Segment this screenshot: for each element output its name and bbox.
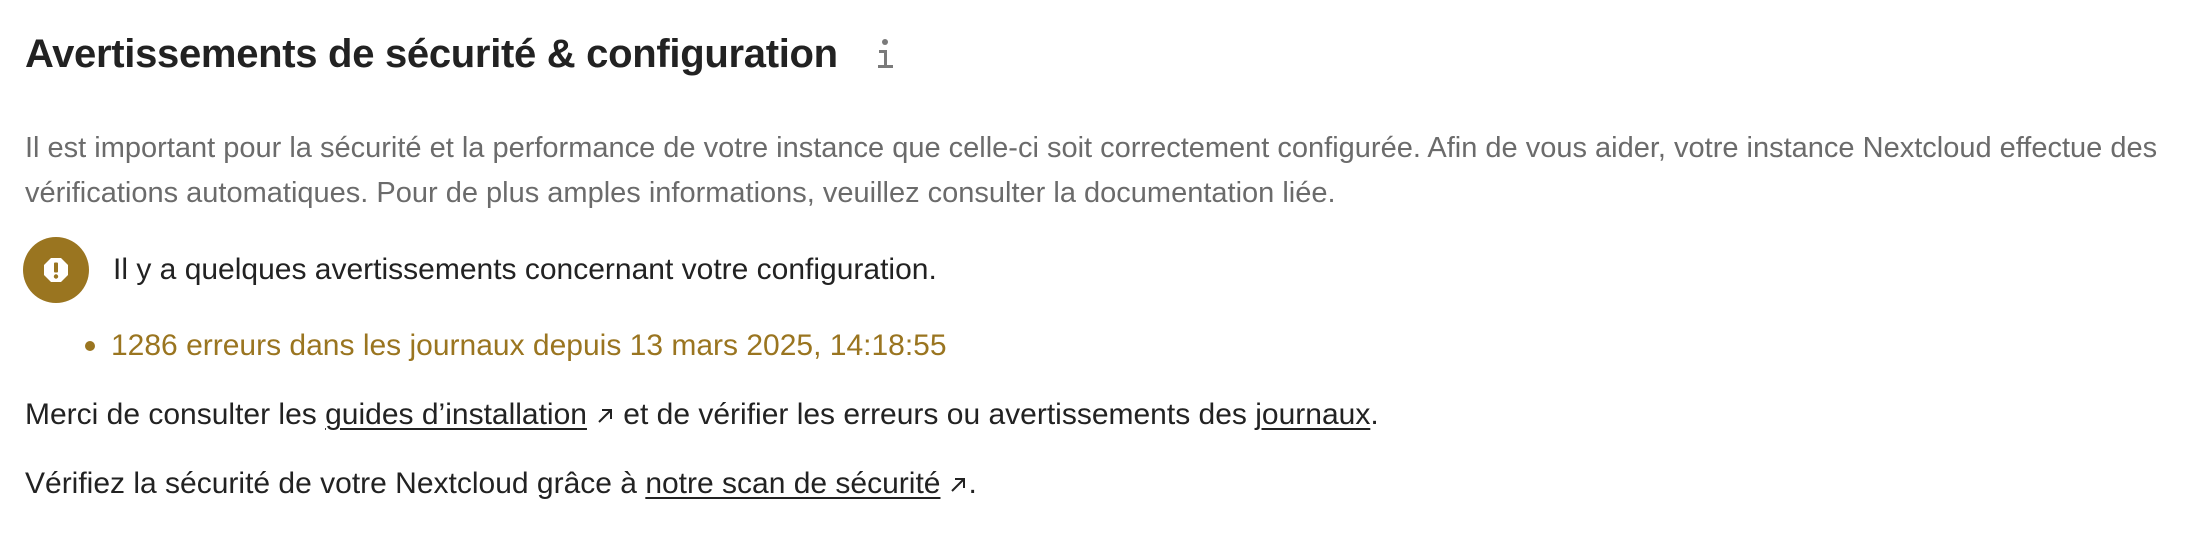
section-description: Il est important pour la sécurité et la … xyxy=(25,132,2158,209)
external-link-icon xyxy=(951,478,966,492)
warning-text: Il y a quelques avertissements concernan… xyxy=(113,253,937,286)
installation-guides-link[interactable]: guides d’installation xyxy=(325,398,615,431)
guides-suffix: . xyxy=(1370,398,1379,431)
section-header: Avertissements de sécurité & configurati… xyxy=(25,26,906,82)
installation-guides-label: guides d’installation xyxy=(325,398,587,431)
section-title: Avertissements de sécurité & configurati… xyxy=(25,32,838,76)
info-icon[interactable] xyxy=(866,34,906,74)
list-item: 1286 erreurs dans les journaux depuis 13… xyxy=(85,325,947,367)
security-scan-paragraph: Vérifiez la sécurité de votre Nextcloud … xyxy=(25,463,977,505)
logs-link[interactable]: journaux xyxy=(1255,398,1370,431)
guides-middle: et de vérifier les erreurs ou avertissem… xyxy=(614,398,1256,431)
alert-circle-icon xyxy=(23,237,89,303)
external-link-icon xyxy=(598,409,612,423)
security-scan-link[interactable]: notre scan de sécurité xyxy=(645,467,968,500)
security-scan-label: notre scan de sécurité xyxy=(645,467,941,500)
warning-summary: Il y a quelques avertissements concernan… xyxy=(23,237,937,303)
error-log-message: 1286 erreurs dans les journaux depuis 13… xyxy=(111,329,947,362)
security-setup-warnings-section: Avertissements de sécurité & configurati… xyxy=(0,0,2202,538)
bullet-icon xyxy=(85,341,95,351)
scan-prefix: Vérifiez la sécurité de votre Nextcloud … xyxy=(25,467,646,500)
error-list: 1286 erreurs dans les journaux depuis 13… xyxy=(85,325,947,367)
scan-suffix: . xyxy=(968,467,977,500)
guides-prefix: Merci de consulter les xyxy=(25,398,326,431)
guides-paragraph: Merci de consulter les guides d’installa… xyxy=(25,394,1379,436)
